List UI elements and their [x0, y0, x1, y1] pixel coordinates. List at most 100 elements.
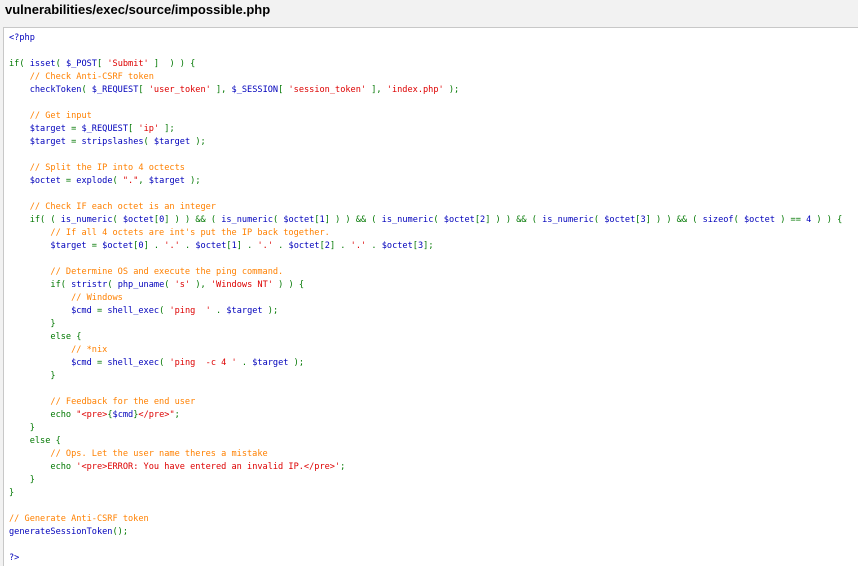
code-token: ,: [138, 176, 149, 186]
code-line: $target = stripslashes( $target );: [9, 136, 858, 149]
code-token: ) ) {: [816, 215, 843, 225]
code-token: [: [278, 85, 289, 95]
code-token: [: [138, 85, 149, 95]
code-token: $cmd: [9, 358, 97, 368]
code-token: $octet: [288, 241, 320, 251]
code-token: is_numeric: [381, 215, 434, 225]
code-line: // Determine OS and execute the ping com…: [9, 266, 858, 279]
code-token: // Generate Anti-CSRF token: [9, 514, 149, 524]
code-token: ] .: [329, 241, 351, 251]
code-token: }: [9, 371, 56, 381]
code-token: $target: [148, 176, 191, 186]
code-token: (: [107, 280, 118, 290]
code-line: }: [9, 422, 858, 435]
code-token: // If all 4 octets are int's put the IP …: [50, 228, 330, 238]
page-title: vulnerabilities/exec/source/impossible.p…: [5, 2, 271, 17]
code-token: [: [96, 59, 108, 69]
code-token: ) ==: [780, 215, 807, 225]
code-token: ] .: [143, 241, 165, 251]
page: vulnerabilities/exec/source/impossible.p…: [0, 0, 858, 566]
code-line: echo "<pre>{$cmd}</pre>";: [9, 409, 858, 422]
code-token: else {: [9, 436, 61, 446]
code-token: $_REQUEST: [91, 85, 139, 95]
code-token: $target: [9, 124, 72, 134]
code-token: (: [112, 176, 123, 186]
code-token: (: [733, 215, 744, 225]
code-line: // Split the IP into 4 octects: [9, 162, 858, 175]
code-token: is_numeric: [221, 215, 273, 225]
code-token: $octet: [122, 215, 154, 225]
code-token: "<pre>: [76, 410, 108, 420]
code-line: // Ops. Let the user name theres a mista…: [9, 448, 858, 461]
code-token: .: [366, 241, 382, 251]
source-code-panel: <?php if( isset( $_POST[ 'Submit' ] ) ) {…: [3, 27, 858, 566]
code-token: sizeof: [702, 215, 734, 225]
code-token: <?php: [9, 33, 35, 43]
code-token: '.': [257, 241, 273, 251]
code-token: ] ) ) && (: [164, 215, 222, 225]
code-token: (: [593, 215, 605, 225]
code-token: ) ) {: [272, 280, 304, 290]
code-line: // *nix: [9, 344, 858, 357]
code-token: ],: [366, 85, 387, 95]
code-line: }: [9, 318, 858, 331]
code-line: // Check IF each octet is an integer: [9, 201, 858, 214]
code-token: (: [55, 59, 66, 69]
code-line: }: [9, 474, 858, 487]
code-token: ];: [159, 124, 175, 134]
code-token: $cmd: [112, 410, 134, 420]
code-token: isset: [29, 59, 56, 69]
code-token: // Determine OS and execute the ping com…: [50, 267, 284, 277]
code-line: else {: [9, 331, 858, 344]
code-token: if( (: [29, 215, 61, 225]
code-token: '.': [164, 241, 180, 251]
code-token: ] ) ) && (: [645, 215, 703, 225]
code-token: ] ) ) && (: [485, 215, 543, 225]
code-token: (: [164, 280, 175, 290]
code-token: // Split the IP into 4 octects: [29, 163, 185, 173]
code-token: if(: [50, 280, 72, 290]
source-code: <?php if( isset( $_POST[ 'Submit' ] ) ) {…: [4, 28, 858, 565]
code-token: stristr: [71, 280, 108, 290]
code-line: <?php: [9, 32, 858, 45]
code-token: shell_exec: [107, 358, 160, 368]
code-token: // *nix: [71, 345, 108, 355]
code-token: (: [159, 306, 170, 316]
code-token: $octet: [283, 215, 315, 225]
code-token: stripslashes: [81, 137, 144, 147]
code-token: }: [9, 423, 35, 433]
code-token: $octet: [443, 215, 475, 225]
code-token: php_uname: [117, 280, 165, 290]
code-token: explode: [76, 176, 113, 186]
code-token: }: [9, 319, 56, 329]
code-token: =: [96, 306, 108, 316]
code-token: [: [128, 124, 139, 134]
code-line: // Get input: [9, 110, 858, 123]
code-token: (: [272, 215, 284, 225]
code-token: 'session_token': [288, 85, 367, 95]
code-line: $octet = explode( ".", $target );: [9, 175, 858, 188]
code-token: }: [9, 475, 35, 485]
code-token: ();: [112, 527, 129, 537]
code-token: $octet: [604, 215, 636, 225]
code-token: =: [71, 137, 82, 147]
code-token: 'user_token': [148, 85, 211, 95]
code-line: if( stristr( php_uname( 's' ), 'Windows …: [9, 279, 858, 292]
code-token: echo: [50, 462, 77, 472]
code-token: $target: [153, 137, 196, 147]
code-token: $_POST: [65, 59, 97, 69]
code-token: );: [267, 306, 279, 316]
code-token: $target: [9, 241, 92, 251]
code-token: if(: [9, 59, 30, 69]
code-line: checkToken( $_REQUEST[ 'user_token' ], $…: [9, 84, 858, 97]
